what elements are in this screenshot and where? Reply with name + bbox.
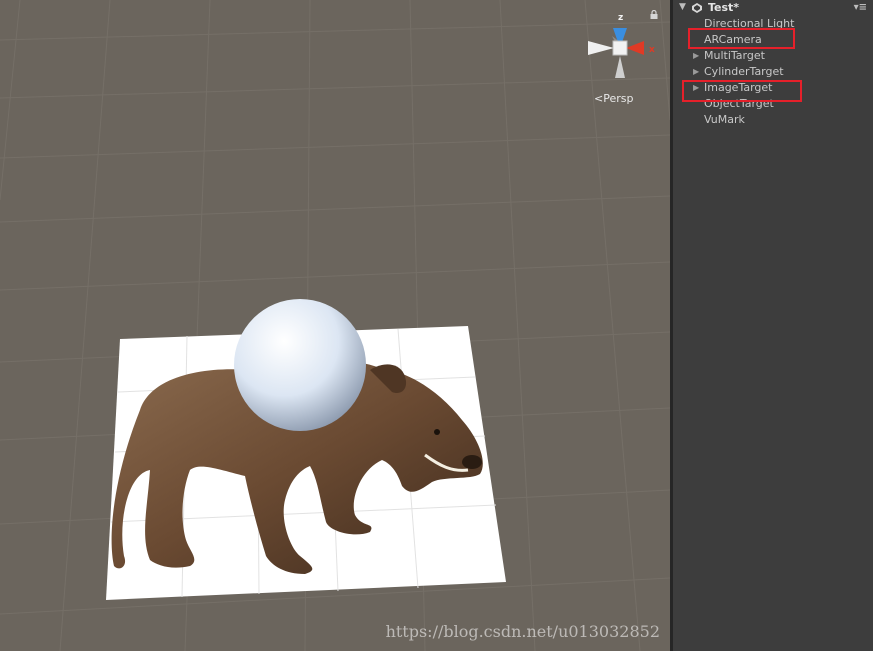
hierarchy-item-label: CylinderTarget [704, 65, 784, 78]
gizmo-center-cube[interactable] [612, 40, 628, 56]
sphere-object[interactable] [234, 299, 366, 431]
hierarchy-item-label: MultiTarget [704, 49, 765, 62]
hierarchy-item-multitarget[interactable]: ▶ MultiTarget [673, 48, 873, 64]
scene-view[interactable]: z x <Persp https://blog.csdn.net/u013032… [0, 0, 670, 651]
gizmo-label-x: x [649, 45, 655, 55]
expand-arrow-icon[interactable]: ▶ [693, 48, 699, 64]
watermark: https://blog.csdn.net/u013032852 [385, 622, 660, 641]
hierarchy-item-vumark[interactable]: VuMark [673, 112, 873, 128]
gizmo-neg-x-axis-cone[interactable] [588, 41, 614, 55]
highlight-box-imagetarget [682, 80, 802, 102]
chevron-left-icon: < [594, 92, 604, 105]
gizmo-neg-y-axis-cone[interactable] [615, 56, 625, 78]
hierarchy-header[interactable]: ▼ Test* ▾≡ [673, 0, 873, 16]
hierarchy-panel: ▼ Test* ▾≡ Directional Light ARCamera ▶ … [673, 0, 873, 651]
hierarchy-item-cylindertarget[interactable]: ▶ CylinderTarget [673, 64, 873, 80]
projection-toggle[interactable]: <Persp [594, 92, 633, 105]
scene-canvas[interactable] [0, 0, 670, 651]
gizmo-x-axis-cone[interactable] [626, 41, 644, 55]
hierarchy-item-label: VuMark [704, 113, 745, 126]
panel-menu-icon[interactable]: ▾≡ [854, 0, 867, 15]
collapse-arrow-icon[interactable]: ▼ [679, 0, 686, 15]
projection-label: Persp [603, 92, 634, 105]
unity-scene-icon [692, 3, 702, 13]
scene-title: Test* [708, 1, 740, 14]
expand-arrow-icon[interactable]: ▶ [693, 64, 699, 80]
highlight-box-arcamera [688, 28, 795, 49]
gizmo-label-z: z [618, 13, 623, 23]
